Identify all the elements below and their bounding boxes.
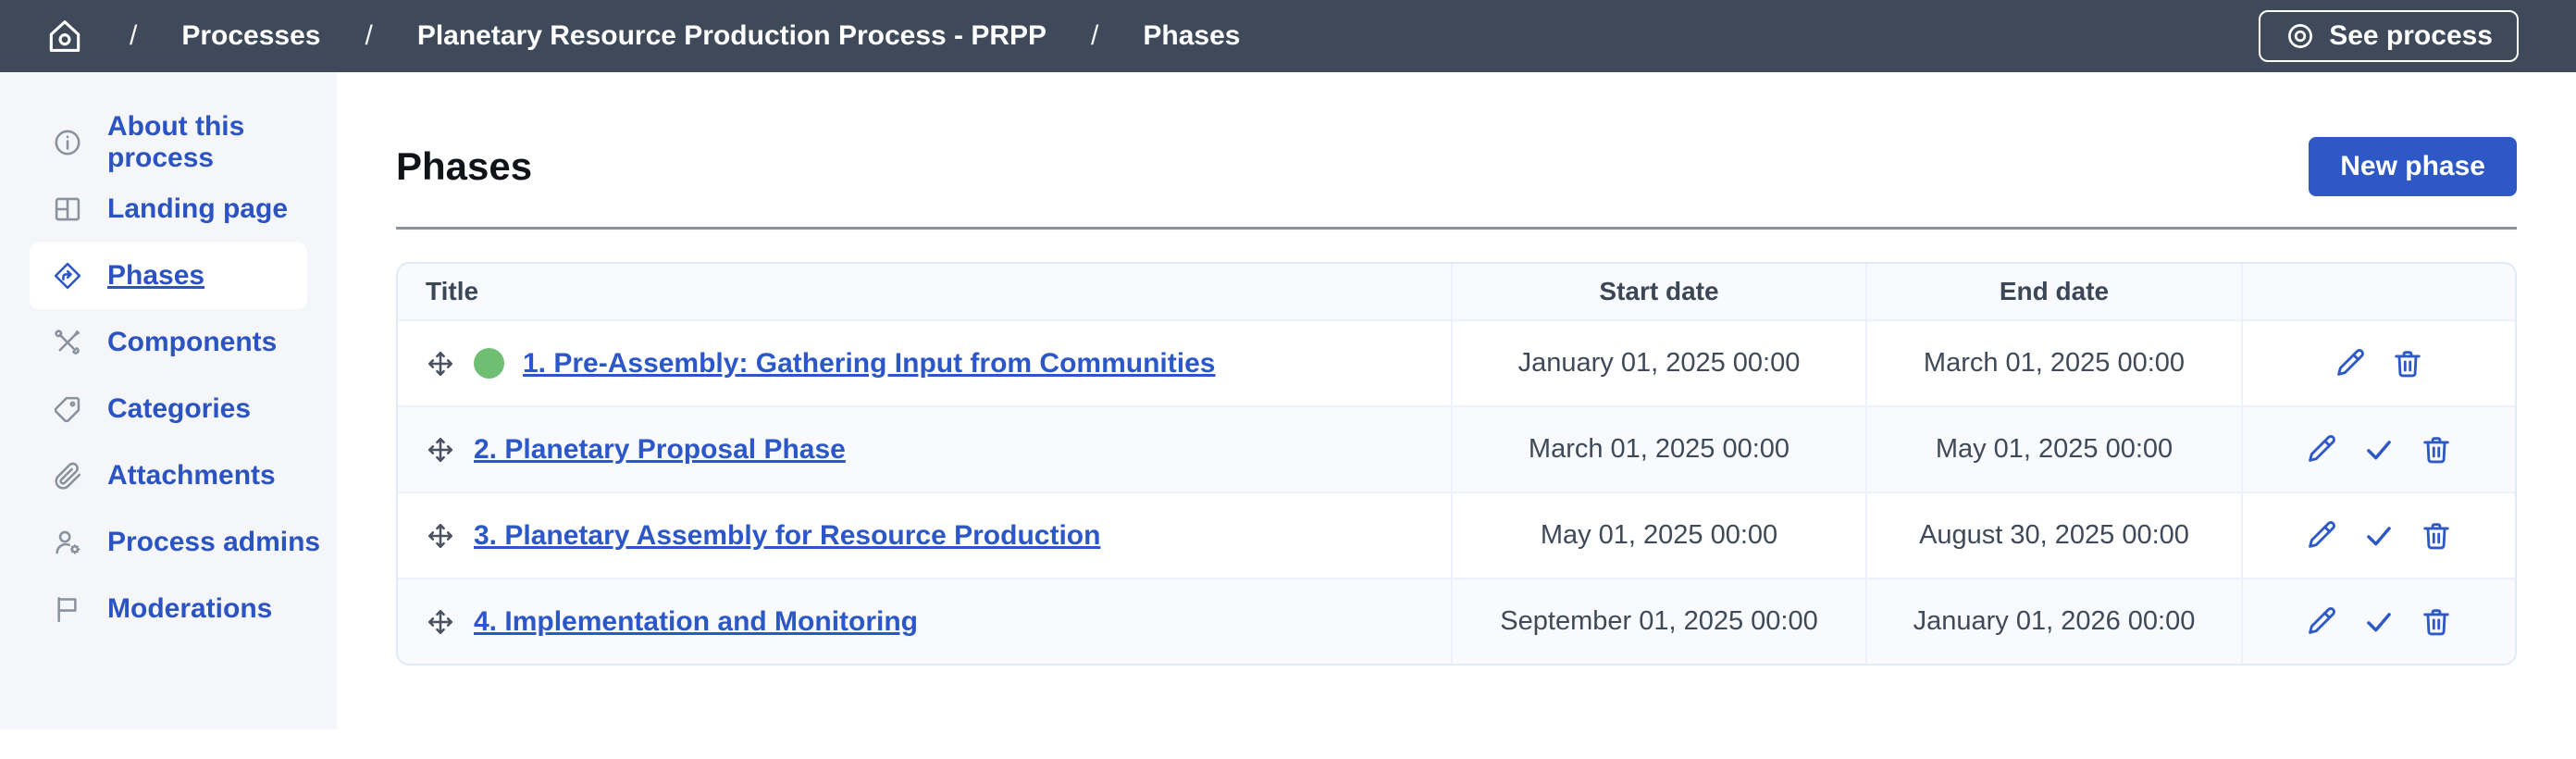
start-date: March 01, 2025 00:00 bbox=[1529, 434, 1790, 465]
edit-icon[interactable] bbox=[2334, 347, 2367, 380]
breadcrumb-process-title[interactable]: Planetary Resource Production Process - … bbox=[417, 20, 1046, 52]
drag-handle-icon[interactable] bbox=[426, 521, 455, 551]
active-phase-indicator bbox=[474, 348, 504, 379]
column-header-title: Title bbox=[398, 264, 1453, 319]
activate-phase-icon[interactable] bbox=[2362, 605, 2396, 639]
drag-handle-icon[interactable] bbox=[426, 435, 455, 465]
see-process-button[interactable]: See process bbox=[2259, 10, 2519, 62]
table-row: 3. Planetary Assembly for Resource Produ… bbox=[398, 491, 2515, 578]
sidebar-item-label: Phases bbox=[107, 260, 204, 292]
table-header: Title Start date End date bbox=[398, 264, 2515, 319]
sidebar-item-categories[interactable]: Categories bbox=[0, 376, 337, 442]
sidebar-item-components[interactable]: Components bbox=[0, 309, 337, 376]
drag-handle-icon[interactable] bbox=[426, 607, 455, 637]
sidebar-item-label: About this process bbox=[107, 111, 337, 174]
start-date: January 01, 2025 00:00 bbox=[1518, 348, 1801, 379]
edit-icon[interactable] bbox=[2305, 433, 2338, 467]
phases-table: Title Start date End date 1. Pre-Assembl… bbox=[396, 262, 2517, 666]
table-row: 1. Pre-Assembly: Gathering Input from Co… bbox=[398, 319, 2515, 405]
column-header-start-date: Start date bbox=[1453, 264, 1867, 319]
phases-page: Phases New phase Title Start date End da… bbox=[337, 72, 2576, 729]
see-process-label: See process bbox=[2329, 20, 2493, 52]
column-header-end-date: End date bbox=[1867, 264, 2243, 319]
sidebar-item-label: Moderations bbox=[107, 593, 272, 625]
breadcrumb-processes[interactable]: Processes bbox=[181, 20, 320, 52]
delete-icon[interactable] bbox=[2420, 605, 2453, 639]
table-row: 4. Implementation and Monitoring Septemb… bbox=[398, 578, 2515, 664]
sidebar-item-moderations[interactable]: Moderations bbox=[0, 576, 337, 642]
column-header-actions bbox=[2243, 264, 2515, 319]
phases-icon bbox=[52, 260, 83, 292]
user-gear-icon bbox=[52, 527, 83, 558]
sidebar-item-label: Components bbox=[107, 327, 277, 358]
delete-icon[interactable] bbox=[2420, 519, 2453, 553]
title-divider bbox=[396, 227, 2517, 230]
start-date: May 01, 2025 00:00 bbox=[1541, 520, 1777, 551]
drag-handle-icon[interactable] bbox=[426, 349, 455, 379]
sidebar-item-label: Attachments bbox=[107, 460, 276, 491]
breadcrumb-separator: / bbox=[365, 20, 372, 52]
sidebar-item-landing-page[interactable]: Landing page bbox=[0, 176, 337, 243]
phase-title-link[interactable]: 2. Planetary Proposal Phase bbox=[474, 434, 846, 466]
tag-icon bbox=[52, 393, 83, 425]
breadcrumb: / Processes / Planetary Resource Product… bbox=[44, 16, 1240, 56]
new-phase-button[interactable]: New phase bbox=[2309, 137, 2517, 196]
sidebar-item-label: Categories bbox=[107, 393, 251, 425]
sidebar-item-process-admins[interactable]: Process admins bbox=[0, 509, 337, 576]
start-date: September 01, 2025 00:00 bbox=[1500, 606, 1817, 637]
end-date: May 01, 2025 00:00 bbox=[1936, 434, 2173, 465]
home-icon[interactable] bbox=[44, 16, 85, 56]
end-date: August 30, 2025 00:00 bbox=[1919, 520, 2189, 551]
sidebar-item-attachments[interactable]: Attachments bbox=[0, 442, 337, 509]
paperclip-icon bbox=[52, 460, 83, 491]
info-icon bbox=[52, 127, 83, 158]
phase-title-link[interactable]: 4. Implementation and Monitoring bbox=[474, 606, 918, 638]
sidebar-item-label: Landing page bbox=[107, 193, 288, 225]
layout-icon bbox=[52, 193, 83, 225]
admin-top-bar: / Processes / Planetary Resource Product… bbox=[0, 0, 2576, 72]
tools-icon bbox=[52, 327, 83, 358]
activate-phase-icon[interactable] bbox=[2362, 433, 2396, 467]
flag-icon bbox=[52, 593, 83, 625]
edit-icon[interactable] bbox=[2305, 605, 2338, 639]
delete-icon[interactable] bbox=[2420, 433, 2453, 467]
eye-icon bbox=[2285, 20, 2316, 52]
phase-title-link[interactable]: 3. Planetary Assembly for Resource Produ… bbox=[474, 520, 1100, 552]
breadcrumb-current-phases[interactable]: Phases bbox=[1143, 20, 1240, 52]
sidebar-item-about[interactable]: About this process bbox=[0, 109, 337, 176]
breadcrumb-separator: / bbox=[1091, 20, 1098, 52]
sidebar-item-label: Process admins bbox=[107, 527, 320, 558]
activate-phase-icon[interactable] bbox=[2362, 519, 2396, 553]
table-row: 2. Planetary Proposal Phase March 01, 20… bbox=[398, 405, 2515, 491]
process-sidebar: About this process Landing page Phases C… bbox=[0, 72, 337, 729]
edit-icon[interactable] bbox=[2305, 519, 2338, 553]
delete-icon[interactable] bbox=[2391, 347, 2424, 380]
sidebar-item-phases[interactable]: Phases bbox=[30, 243, 307, 309]
end-date: January 01, 2026 00:00 bbox=[1913, 606, 2196, 637]
phase-title-link[interactable]: 1. Pre-Assembly: Gathering Input from Co… bbox=[523, 348, 1215, 380]
end-date: March 01, 2025 00:00 bbox=[1924, 348, 2185, 379]
breadcrumb-separator: / bbox=[130, 20, 137, 52]
page-title: Phases bbox=[396, 137, 532, 196]
